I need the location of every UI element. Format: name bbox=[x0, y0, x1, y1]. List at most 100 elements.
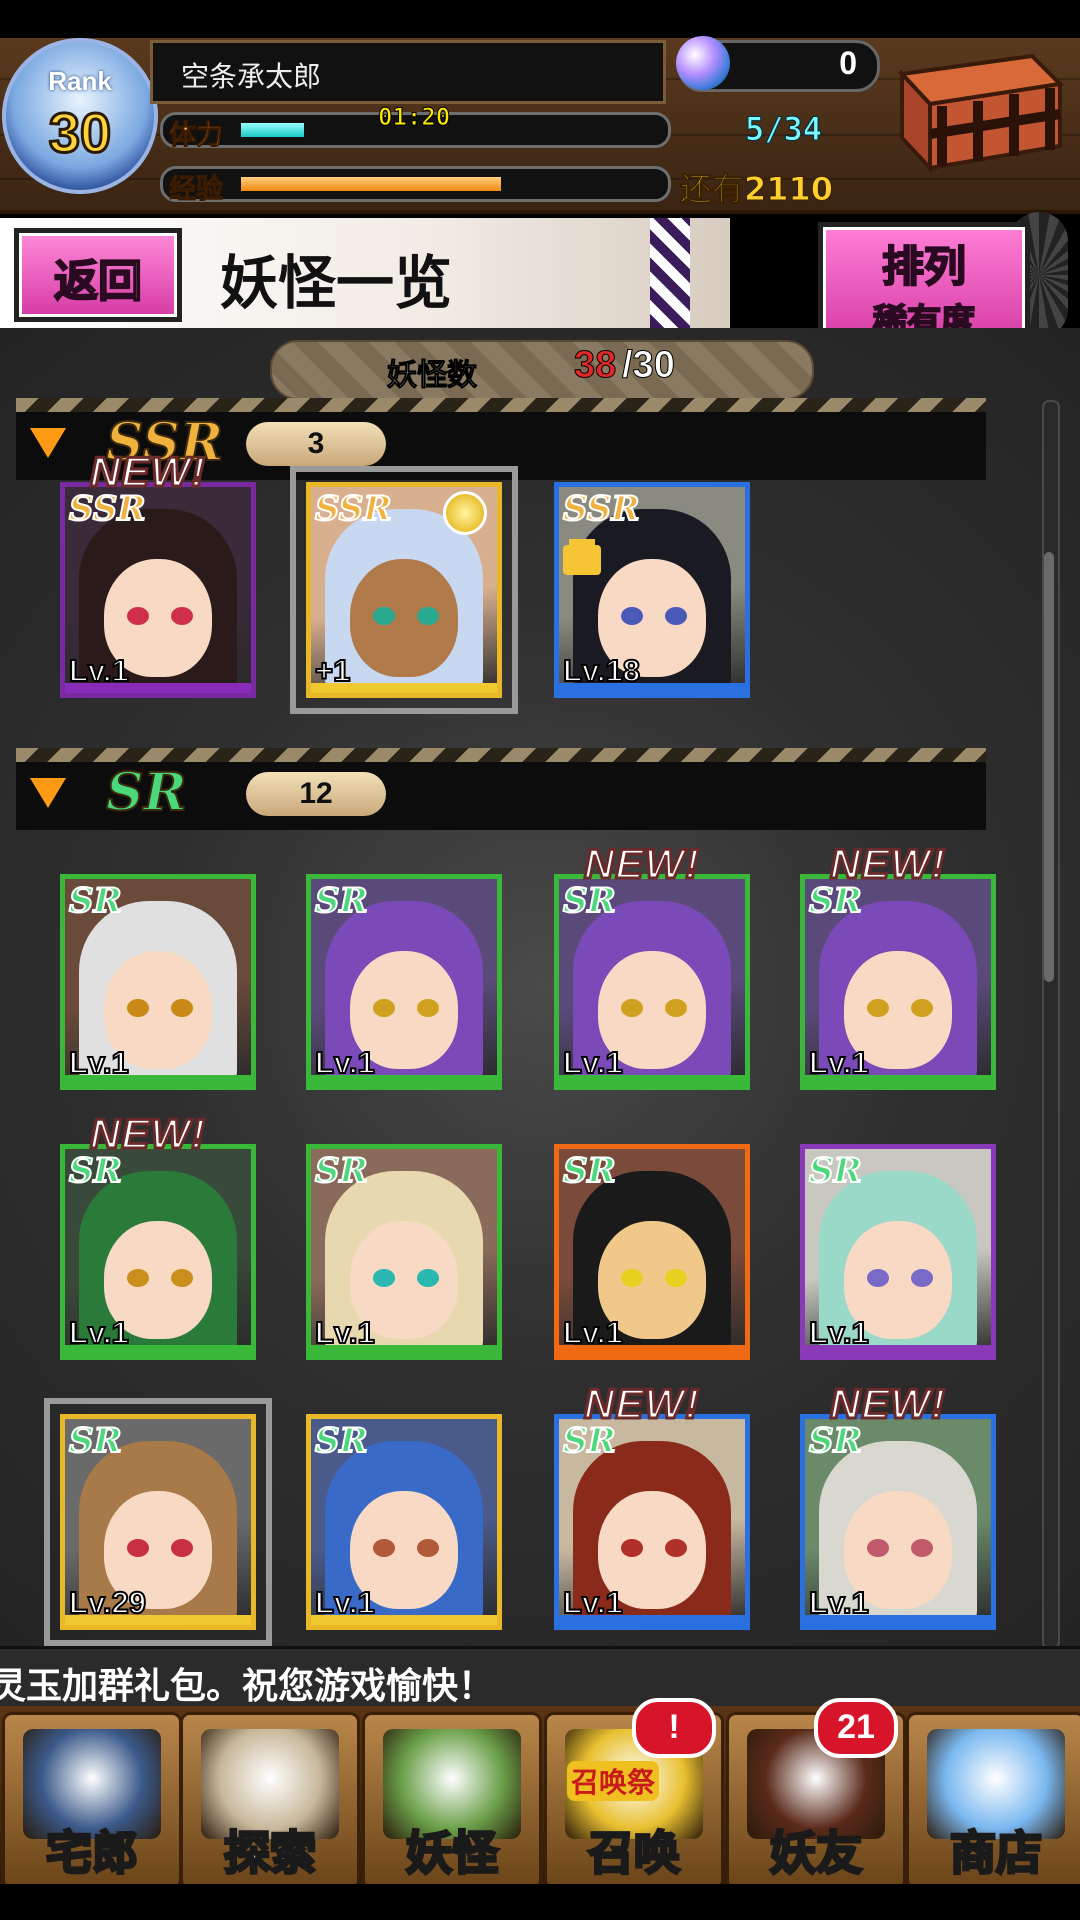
monster-eye bbox=[867, 999, 889, 1017]
sort-button-label: 排列 bbox=[881, 241, 967, 292]
card-level: Lv.1 bbox=[562, 1044, 624, 1081]
monster-count-bar: 妖怪数 38 /30 bbox=[270, 340, 814, 400]
monster-eye bbox=[171, 999, 193, 1017]
monster-eye bbox=[621, 999, 643, 1017]
rank-value: 30 bbox=[47, 100, 112, 166]
page-title: 妖怪一览 bbox=[220, 249, 453, 317]
monster-eye bbox=[417, 1269, 439, 1287]
section-stripe bbox=[16, 398, 986, 412]
card-rarity-badge: SR bbox=[314, 1150, 369, 1192]
nav-label: 商店 bbox=[949, 1825, 1044, 1882]
monster-eye bbox=[127, 999, 149, 1017]
gem-count: 0 bbox=[839, 45, 857, 81]
new-badge: NEW! bbox=[89, 447, 207, 497]
rarity-section-header[interactable]: SR 12 bbox=[16, 748, 986, 830]
nav-宅郎[interactable]: 宅郎 bbox=[2, 1712, 182, 1890]
exp-fill bbox=[241, 177, 501, 191]
monster-eye bbox=[127, 1539, 149, 1557]
card-level: Lv.18 bbox=[562, 652, 641, 689]
monster-eye bbox=[867, 1269, 889, 1287]
card-level: Lv.1 bbox=[314, 1044, 376, 1081]
player-name-box: 空条承太郎 bbox=[150, 40, 666, 104]
nav-label: 探索 bbox=[223, 1825, 318, 1882]
card-rarity-badge: SR bbox=[314, 1420, 369, 1462]
exp-label: 经验 bbox=[169, 174, 224, 206]
monster-eye bbox=[171, 1539, 193, 1557]
collapse-triangle-icon[interactable] bbox=[30, 778, 66, 808]
card-level: Lv.1 bbox=[68, 1314, 130, 1351]
stamina-label: 体力 bbox=[169, 120, 224, 152]
exp-remaining: 还有2110 bbox=[679, 170, 834, 209]
monster-card[interactable]: SR Lv.1 bbox=[800, 874, 996, 1090]
section-count: 12 bbox=[246, 772, 386, 816]
monster-card[interactable]: SR Lv.1 bbox=[554, 874, 750, 1090]
player-name: 空条承太郎 bbox=[181, 60, 322, 93]
monster-eye bbox=[621, 1269, 643, 1287]
card-level: Lv.1 bbox=[808, 1044, 870, 1081]
monster-eye bbox=[127, 607, 149, 625]
collapse-triangle-icon[interactable] bbox=[30, 428, 66, 458]
section-count: 3 bbox=[246, 422, 386, 466]
system-nav-bar bbox=[0, 1884, 1080, 1920]
back-button[interactable]: 返回 bbox=[14, 228, 182, 322]
card-level: Lv.1 bbox=[68, 652, 130, 689]
card-level: Lv.1 bbox=[808, 1314, 870, 1351]
monster-count-capacity: /30 bbox=[622, 344, 676, 387]
new-badge: NEW! bbox=[829, 1379, 947, 1429]
monster-eye bbox=[127, 1269, 149, 1287]
stamina-bar: 体力 01:20 bbox=[160, 103, 671, 152]
card-rarity-badge: SSR bbox=[562, 488, 641, 530]
nav-妖怪[interactable]: 妖怪 bbox=[362, 1712, 542, 1890]
monster-card[interactable]: SR Lv.1 bbox=[554, 1414, 750, 1630]
monster-eye bbox=[911, 1269, 933, 1287]
monster-card[interactable]: SR Lv.29 bbox=[44, 1398, 272, 1646]
scrollbar-thumb[interactable] bbox=[1044, 552, 1054, 982]
monster-eye bbox=[867, 1539, 889, 1557]
medal-icon bbox=[443, 491, 487, 535]
monster-eye bbox=[665, 999, 687, 1017]
monster-card[interactable]: SR Lv.1 bbox=[800, 1414, 996, 1630]
card-rarity-badge: SR bbox=[68, 1420, 123, 1462]
stamina-timer: 01:20 bbox=[377, 103, 451, 132]
monster-card[interactable]: SR Lv.1 bbox=[306, 1144, 502, 1360]
monster-eye bbox=[417, 1539, 439, 1557]
exp-bar: 经验 bbox=[160, 166, 671, 206]
status-bar bbox=[0, 0, 1080, 38]
monster-eye bbox=[417, 607, 439, 625]
monster-eye bbox=[373, 999, 395, 1017]
card-rarity-badge: SSR bbox=[314, 488, 393, 530]
monster-card[interactable]: SR Lv.1 bbox=[554, 1144, 750, 1360]
nav-label: 召唤 bbox=[587, 1825, 682, 1882]
monster-card[interactable]: SR Lv.1 bbox=[306, 1414, 502, 1630]
monster-card[interactable]: SR Lv.1 bbox=[800, 1144, 996, 1360]
news-ticker: 灵玉加群礼包。祝您游戏愉快！ bbox=[0, 1646, 1080, 1709]
lock-icon bbox=[563, 545, 601, 575]
new-badge: NEW! bbox=[583, 1379, 701, 1429]
monster-count-label: 妖怪数 bbox=[387, 358, 478, 394]
rank-emblem[interactable]: Rank 30 bbox=[2, 38, 158, 194]
stamina-value: 5/34 bbox=[744, 110, 823, 149]
monster-card[interactable]: SSR Lv.18 bbox=[554, 482, 750, 698]
monster-count-owned: 38 bbox=[573, 344, 617, 387]
card-level: Lv.1 bbox=[314, 1314, 376, 1351]
crystal-gem-icon bbox=[676, 36, 730, 90]
monster-card[interactable]: SR Lv.1 bbox=[60, 1144, 256, 1360]
nav-label: 宅郎 bbox=[45, 1825, 140, 1882]
nav-探索[interactable]: 探索 bbox=[180, 1712, 360, 1890]
back-button-label: 返回 bbox=[53, 255, 143, 308]
stamina-fill bbox=[241, 123, 304, 137]
monster-card[interactable]: SSR Lv.1 bbox=[60, 482, 256, 698]
monster-card[interactable]: SR Lv.1 bbox=[306, 874, 502, 1090]
new-badge: NEW! bbox=[829, 839, 947, 889]
monster-eye bbox=[665, 607, 687, 625]
nav-商店[interactable]: 商店 bbox=[906, 1712, 1080, 1890]
card-rarity-badge: SR bbox=[808, 1150, 863, 1192]
monster-card[interactable]: SR Lv.1 bbox=[60, 874, 256, 1090]
card-level: +1 bbox=[314, 652, 351, 689]
treasure-chest-icon[interactable] bbox=[882, 46, 1064, 176]
section-rarity: SR bbox=[105, 761, 188, 824]
monster-eye bbox=[911, 999, 933, 1017]
monster-card[interactable]: SSR +1 bbox=[290, 466, 518, 714]
card-rarity-badge: SR bbox=[314, 880, 369, 922]
monster-eye bbox=[171, 607, 193, 625]
